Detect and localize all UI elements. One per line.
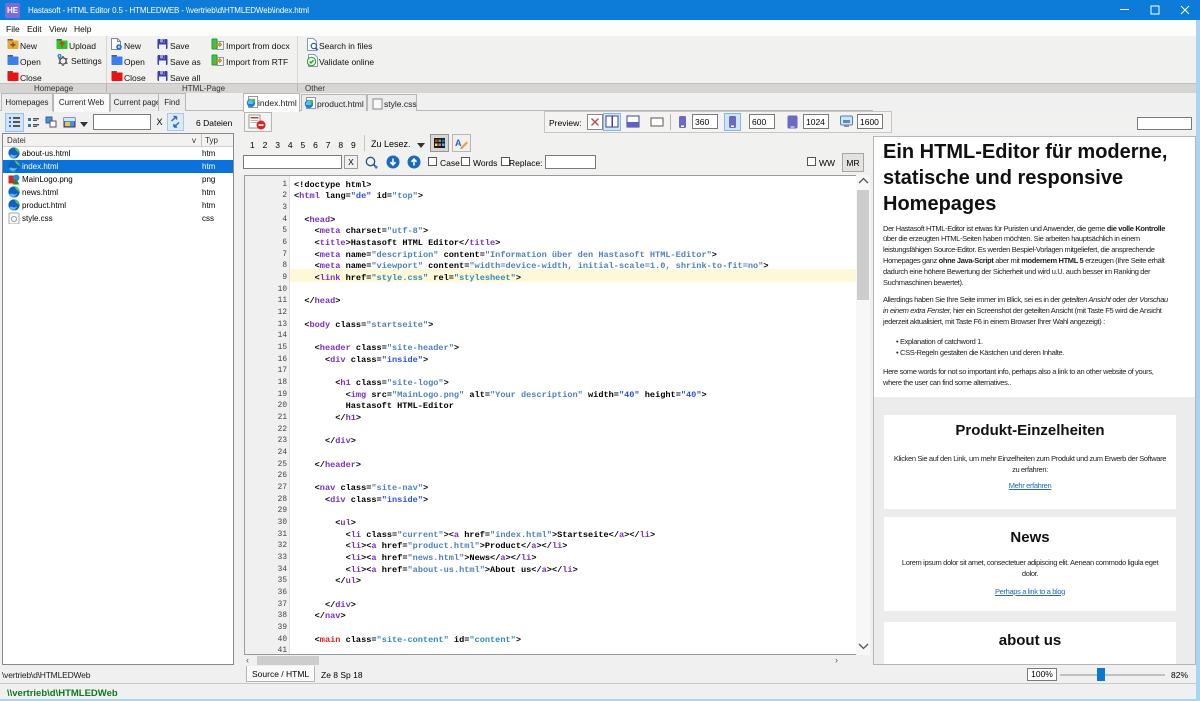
svg-text:A: A xyxy=(455,138,462,148)
